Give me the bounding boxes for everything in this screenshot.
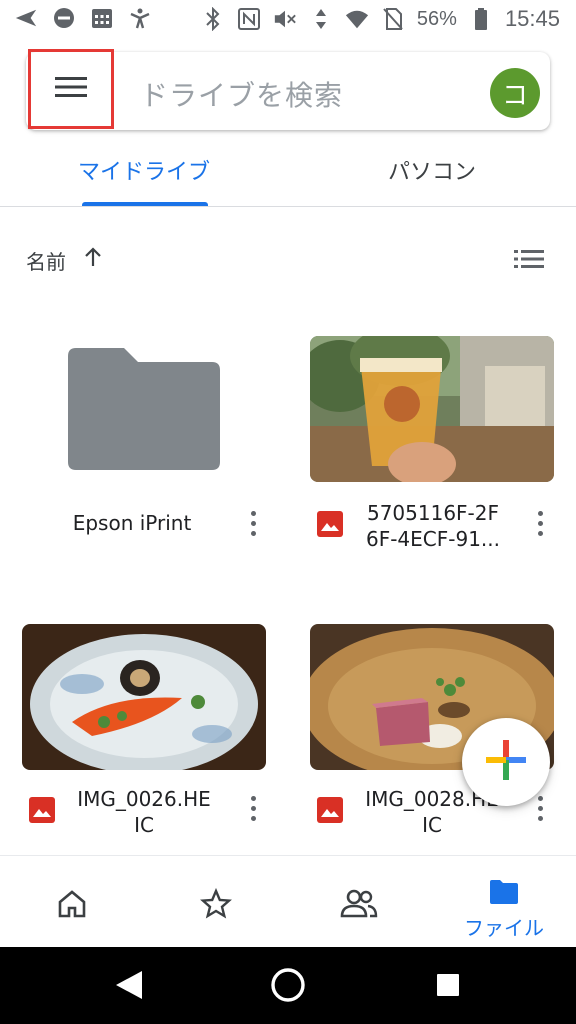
file-name-line2: 6F-4ECF-91... — [365, 527, 500, 551]
more-options-button[interactable] — [241, 503, 265, 543]
home-button-icon[interactable] — [270, 967, 306, 1007]
hamburger-icon — [55, 76, 87, 102]
file-name-line2: IC — [134, 813, 154, 837]
home-icon — [58, 890, 86, 918]
system-navigation-bar — [0, 947, 576, 1024]
no-sim-icon — [381, 7, 405, 31]
status-bar: 56% 15:45 — [0, 0, 576, 38]
nav-files[interactable]: ファイル — [432, 856, 576, 948]
search-input[interactable]: ドライブを検索 — [140, 74, 343, 114]
clock: 15:45 — [504, 6, 560, 31]
file-item[interactable]: 5705116F-2F 6F-4ECF-91... — [310, 336, 554, 556]
file-name-line2: IC — [422, 813, 442, 837]
image-file-icon — [317, 511, 343, 537]
shared-icon — [340, 889, 378, 918]
tab-bar: マイドライブ パソコン — [0, 140, 576, 207]
bluetooth-icon — [201, 7, 225, 31]
tab-my-drive[interactable]: マイドライブ — [78, 154, 210, 186]
sort-by-name-button[interactable]: 名前 — [26, 246, 66, 275]
image-file-icon — [29, 797, 55, 823]
wifi-icon — [345, 7, 369, 31]
nfc-icon — [237, 7, 261, 31]
recents-icon[interactable] — [436, 973, 460, 1001]
mute-icon — [273, 7, 297, 31]
list-view-icon[interactable] — [514, 248, 544, 270]
sort-row: 名前 — [0, 240, 576, 280]
accessibility-icon — [128, 6, 152, 30]
file-item[interactable]: IMG_0026.HE IC — [22, 624, 266, 844]
arrow-up-icon[interactable] — [82, 246, 104, 270]
data-transfer-icon — [309, 7, 333, 31]
tab-computers[interactable]: パソコン — [388, 154, 476, 186]
file-name: IMG_0026.HE — [77, 787, 211, 811]
battery-icon — [469, 7, 493, 31]
plus-icon — [486, 740, 526, 784]
nav-files-label: ファイル — [464, 916, 544, 940]
calendar-icon — [90, 6, 114, 30]
nav-home[interactable] — [0, 856, 144, 948]
send-icon — [14, 6, 38, 30]
more-options-button[interactable] — [528, 503, 552, 543]
file-name: Epson iPrint — [72, 511, 192, 535]
image-thumbnail — [22, 624, 266, 770]
menu-button[interactable] — [28, 49, 114, 129]
active-tab-indicator — [82, 202, 208, 206]
image-file-icon — [317, 797, 343, 823]
star-icon — [200, 888, 232, 919]
account-avatar[interactable]: コ — [490, 68, 540, 118]
new-button[interactable] — [462, 718, 550, 806]
folder-icon — [490, 880, 518, 904]
nav-starred[interactable] — [144, 856, 288, 948]
bottom-navigation: ファイル — [0, 855, 576, 948]
do-not-disturb-icon — [52, 6, 76, 30]
more-options-button[interactable] — [241, 788, 265, 828]
search-bar[interactable]: ドライブを検索 コ — [26, 49, 550, 130]
folder-icon — [66, 346, 222, 476]
nav-shared[interactable] — [288, 856, 432, 948]
file-item[interactable]: Epson iPrint — [22, 336, 266, 536]
image-thumbnail — [310, 336, 554, 482]
battery-percent: 56% — [416, 7, 457, 30]
file-name: 5705116F-2F — [366, 501, 500, 525]
back-icon[interactable] — [114, 969, 144, 1005]
